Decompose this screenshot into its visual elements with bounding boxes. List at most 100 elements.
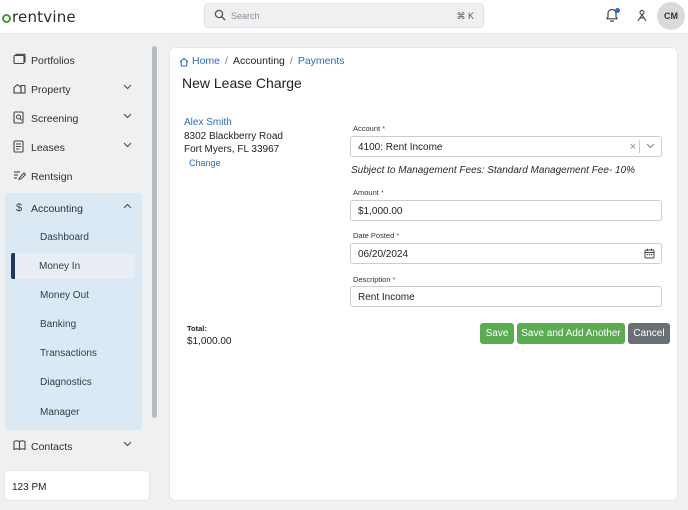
page-title: New Lease Charge <box>182 75 302 91</box>
total-label: Total: <box>187 324 207 333</box>
rentsign-icon <box>14 171 26 181</box>
select-divider <box>639 140 640 153</box>
chevron-down-icon <box>123 113 132 119</box>
save-button[interactable]: Save <box>480 323 514 344</box>
sidebar-item-label: Contacts <box>31 441 73 453</box>
time-display: 123 PM <box>4 470 150 501</box>
sidebar-subitem-transactions[interactable]: Transactions <box>12 340 135 366</box>
subitem-label: Manager <box>40 407 80 418</box>
search-icon <box>214 9 226 21</box>
account-select[interactable]: 4100: Rent Income × <box>350 136 662 157</box>
save-and-add-another-button[interactable]: Save and Add Another <box>517 323 625 344</box>
time-display-text: 123 PM <box>12 482 47 493</box>
account-label-text: Account <box>353 124 381 133</box>
top-bar: rentvine Search ⌘ K CM <box>0 0 688 34</box>
description-label-text: Description <box>353 275 391 284</box>
cancel-button[interactable]: Cancel <box>628 323 670 344</box>
chevron-down-icon[interactable] <box>646 143 655 149</box>
description-value: Rent Income <box>358 292 415 303</box>
subitem-label: Money In <box>39 261 81 272</box>
sidebar-item-contacts[interactable]: Contacts <box>0 433 150 459</box>
logo-text: rentvine <box>12 8 76 26</box>
description-input[interactable]: Rent Income <box>350 286 662 307</box>
subitem-label: Diagnostics <box>40 377 92 388</box>
person-icon[interactable] <box>636 9 648 22</box>
chevron-up-icon <box>123 203 132 209</box>
user-avatar[interactable]: CM <box>657 2 685 30</box>
date-posted-label: Date Posted * <box>353 231 399 240</box>
amount-input-value: $1,000.00 <box>358 206 403 217</box>
breadcrumb: Home / Accounting / Payments <box>179 55 345 67</box>
sidebar-nav: Portfolios Property Screening Leases Ren… <box>0 44 152 466</box>
portfolio-icon <box>13 53 26 65</box>
sidebar-item-label: Property <box>31 84 71 96</box>
sidebar-subitem-money-out[interactable]: Money Out <box>12 282 135 308</box>
sidebar-item-accounting[interactable]: $ Accounting <box>0 195 150 221</box>
sidebar-item-portfolios[interactable]: Portfolios <box>0 47 150 73</box>
breadcrumb-separator: / <box>225 55 228 67</box>
calendar-icon[interactable] <box>644 248 655 259</box>
subitem-label: Dashboard <box>40 232 89 243</box>
amount-input[interactable]: $1,000.00 <box>350 200 662 221</box>
sidebar-item-rentsign[interactable]: Rentsign <box>0 163 150 189</box>
screening-icon <box>13 111 24 124</box>
search-placeholder: Search <box>231 11 260 21</box>
date-posted-value: 06/20/2024 <box>358 249 409 260</box>
subitem-label: Money Out <box>40 290 89 301</box>
logo[interactable]: rentvine <box>2 8 76 26</box>
date-posted-input[interactable]: 06/20/2024 <box>350 243 662 264</box>
sidebar-subitem-dashboard[interactable]: Dashboard <box>12 224 135 250</box>
property-icon <box>13 83 26 94</box>
leases-icon <box>13 140 24 153</box>
account-label: Account * <box>353 124 385 133</box>
tenant-address-line2: Fort Myers, FL 33967 <box>184 144 280 155</box>
sidebar-item-label: Leases <box>31 142 65 154</box>
amount-label: Amount * <box>353 188 384 197</box>
sidebar-subitem-diagnostics[interactable]: Diagnostics <box>12 369 135 395</box>
breadcrumb-separator: / <box>289 55 293 67</box>
sidebar-item-label: Screening <box>31 113 79 125</box>
sidebar-item-property[interactable]: Property <box>0 76 150 102</box>
sidebar-item-label: Rentsign <box>31 171 73 183</box>
search-shortcut: ⌘ K <box>456 11 474 21</box>
management-fee-note: Subject to Management Fees: Standard Man… <box>351 165 636 176</box>
sidebar-item-screening[interactable]: Screening <box>0 105 150 131</box>
sidebar-subitem-banking[interactable]: Banking <box>12 311 135 337</box>
lease-charge-card: Home / Accounting / Payments New Lease C… <box>169 47 678 501</box>
active-indicator <box>11 253 15 279</box>
chevron-down-icon <box>123 142 132 148</box>
logo-mark-icon <box>2 13 11 23</box>
tenant-info: Alex Smith 8302 Blackberry Road Fort Mye… <box>184 116 283 170</box>
chevron-down-icon <box>123 84 132 90</box>
sidebar-item-leases[interactable]: Leases <box>0 134 150 160</box>
sidebar-scrollbar[interactable] <box>152 46 157 418</box>
sidebar-item-label: Portfolios <box>31 55 75 67</box>
breadcrumb-payments-link[interactable]: Payments <box>298 55 345 67</box>
search-input[interactable]: Search ⌘ K <box>204 3 484 28</box>
breadcrumb-home-link[interactable]: Home <box>192 55 220 67</box>
breadcrumb-accounting: Accounting <box>232 55 285 67</box>
tenant-name-link[interactable]: Alex Smith <box>184 116 283 130</box>
sidebar-item-label: Accounting <box>31 203 83 215</box>
home-icon[interactable] <box>179 57 189 67</box>
description-label: Description * <box>353 275 396 284</box>
dollar-icon: $ <box>16 202 23 214</box>
subitem-label: Transactions <box>40 348 97 359</box>
subitem-label: Banking <box>40 319 77 330</box>
tenant-address-line1: 8302 Blackberry Road <box>184 130 283 142</box>
chevron-down-icon <box>123 441 132 447</box>
sidebar-subitem-money-in[interactable]: Money In <box>11 253 135 279</box>
required-marker: * <box>396 231 400 240</box>
change-tenant-link[interactable]: Change <box>189 157 283 171</box>
amount-label-text: Amount <box>353 188 379 197</box>
required-marker: * <box>380 188 384 197</box>
contacts-icon <box>13 440 26 451</box>
date-posted-label-text: Date Posted <box>353 231 395 240</box>
total-value: $1,000.00 <box>187 336 232 347</box>
notification-dot <box>615 8 620 13</box>
clear-selection-icon[interactable]: × <box>630 141 636 153</box>
account-select-value: 4100: Rent Income <box>358 142 443 153</box>
required-marker: * <box>382 124 386 133</box>
sidebar-subitem-manager[interactable]: Manager <box>12 399 135 425</box>
required-marker: * <box>392 275 396 284</box>
